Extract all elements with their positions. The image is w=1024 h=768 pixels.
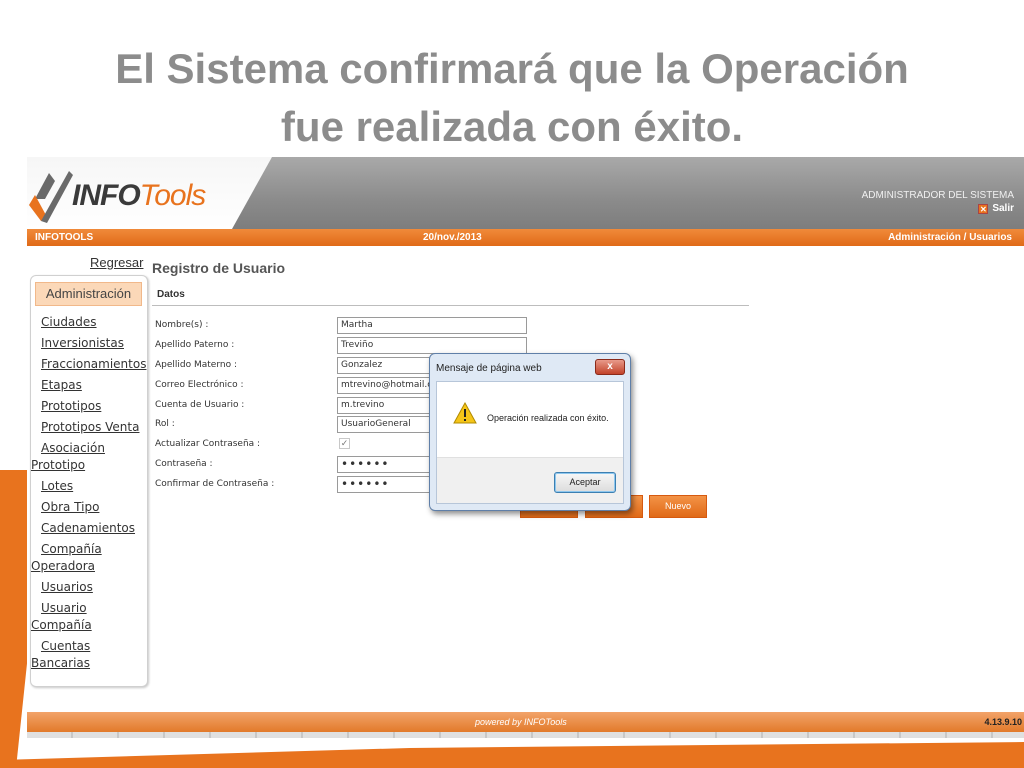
breadcrumb: Administración / Usuarios	[888, 232, 1012, 243]
nombre-field[interactable]: Martha	[337, 317, 527, 334]
footer-bar: powered by INFOTools 4.13.9.10	[27, 712, 1024, 732]
section-label: Datos	[157, 289, 185, 300]
warning-icon	[453, 402, 477, 424]
powered-by-label: powered by INFOTools	[475, 717, 567, 727]
page-title: Registro de Usuario	[152, 260, 286, 276]
sidebar-item-prototipos[interactable]: Prototipos	[31, 398, 149, 415]
infotools-logo: INFOTools	[27, 165, 207, 223]
dialog-footer: Aceptar	[437, 457, 623, 503]
rol-label: Rol :	[155, 419, 175, 429]
sidebar-list: Ciudades Inversionistas Fraccionamientos…	[31, 314, 149, 676]
section-divider	[152, 305, 749, 306]
sidebar-item-ciudades[interactable]: Ciudades	[31, 314, 149, 331]
confirmar-label: Confirmar de Contraseña :	[155, 479, 275, 489]
sidebar-item-obra-tipo[interactable]: Obra Tipo	[31, 499, 149, 516]
update-password-checkbox[interactable]: ✓	[339, 438, 350, 449]
dialog-message: Operación realizada con éxito.	[487, 413, 609, 423]
app-window: INFOTools ADMINISTRADOR DEL SISTEMA ✕ Sa…	[27, 157, 1024, 738]
sidebar-item-etapas[interactable]: Etapas	[31, 377, 149, 394]
dialog-body: Operación realizada con éxito. Aceptar	[436, 381, 624, 504]
slide-title-line2: fue realizada con éxito.	[280, 103, 744, 150]
sidebar: Administración Ciudades Inversionistas F…	[30, 275, 148, 687]
paterno-label: Apellido Paterno :	[155, 340, 235, 350]
topbar-date: 20/nov./2013	[423, 232, 482, 243]
slide-title-line1: El Sistema confirmará que la Operación	[115, 45, 909, 92]
actualizar-label: Actualizar Contraseña :	[155, 439, 261, 449]
app-header: INFOTools ADMINISTRADOR DEL SISTEMA ✕ Sa…	[27, 157, 1024, 229]
close-icon: ✕	[978, 203, 989, 214]
form-row-nombre: Nombre(s) : Martha	[155, 317, 755, 335]
logo-text-bold: INFO	[72, 179, 141, 212]
correo-label: Correo Electrónico :	[155, 380, 244, 390]
logo-text-light: Tools	[139, 179, 207, 212]
back-link[interactable]: Regresar	[90, 255, 143, 270]
nuevo-button[interactable]: Nuevo	[649, 495, 707, 518]
cuenta-label: Cuenta de Usuario :	[155, 400, 245, 410]
contrasena-label: Contraseña :	[155, 459, 213, 469]
topbar-app-name: INFOTOOLS	[35, 232, 94, 243]
sidebar-item-fraccionamientos[interactable]: Fraccionamientos	[31, 356, 149, 373]
sidebar-item-cadenamientos[interactable]: Cadenamientos	[31, 520, 149, 537]
logo-chevron-icon	[29, 171, 73, 223]
paterno-field[interactable]: Treviño	[337, 337, 527, 354]
dialog-title: Mensaje de página web	[436, 363, 542, 374]
logo-text: INFOTools	[72, 179, 207, 213]
sidebar-item-compania-operadora[interactable]: Compañía Operadora	[31, 541, 121, 575]
version-label: 4.13.9.10	[984, 717, 1022, 727]
top-status-bar: INFOTOOLS 20/nov./2013 Administración / …	[27, 229, 1024, 246]
sidebar-item-cuentas-bancarias[interactable]: Cuentas Bancarias	[31, 638, 111, 672]
sidebar-item-usuarios[interactable]: Usuarios	[31, 579, 149, 596]
orange-swoosh-bottom	[0, 742, 1024, 768]
logout-link[interactable]: ✕ Salir	[978, 203, 1014, 214]
ok-button[interactable]: Aceptar	[554, 472, 616, 493]
sidebar-item-asociacion-prototipo[interactable]: Asociación Prototipo	[31, 440, 131, 474]
admin-role-label: ADMINISTRADOR DEL SISTEMA	[861, 190, 1014, 201]
slide-title: El Sistema confirmará que la Operación f…	[0, 40, 1024, 156]
taskbar-strip	[27, 732, 1024, 738]
message-dialog: Mensaje de página web x Operación realiz…	[429, 353, 631, 511]
sidebar-item-inversionistas[interactable]: Inversionistas	[31, 335, 149, 352]
dialog-close-button[interactable]: x	[595, 359, 625, 375]
sidebar-section-admin[interactable]: Administración	[35, 282, 142, 306]
sidebar-item-prototipos-venta[interactable]: Prototipos Venta	[31, 419, 149, 436]
sidebar-item-lotes[interactable]: Lotes	[31, 478, 149, 495]
logout-label: Salir	[992, 203, 1014, 214]
sidebar-item-usuario-compania[interactable]: Usuario Compañía	[31, 600, 111, 634]
materno-label: Apellido Materno :	[155, 360, 237, 370]
nombre-label: Nombre(s) :	[155, 320, 209, 330]
